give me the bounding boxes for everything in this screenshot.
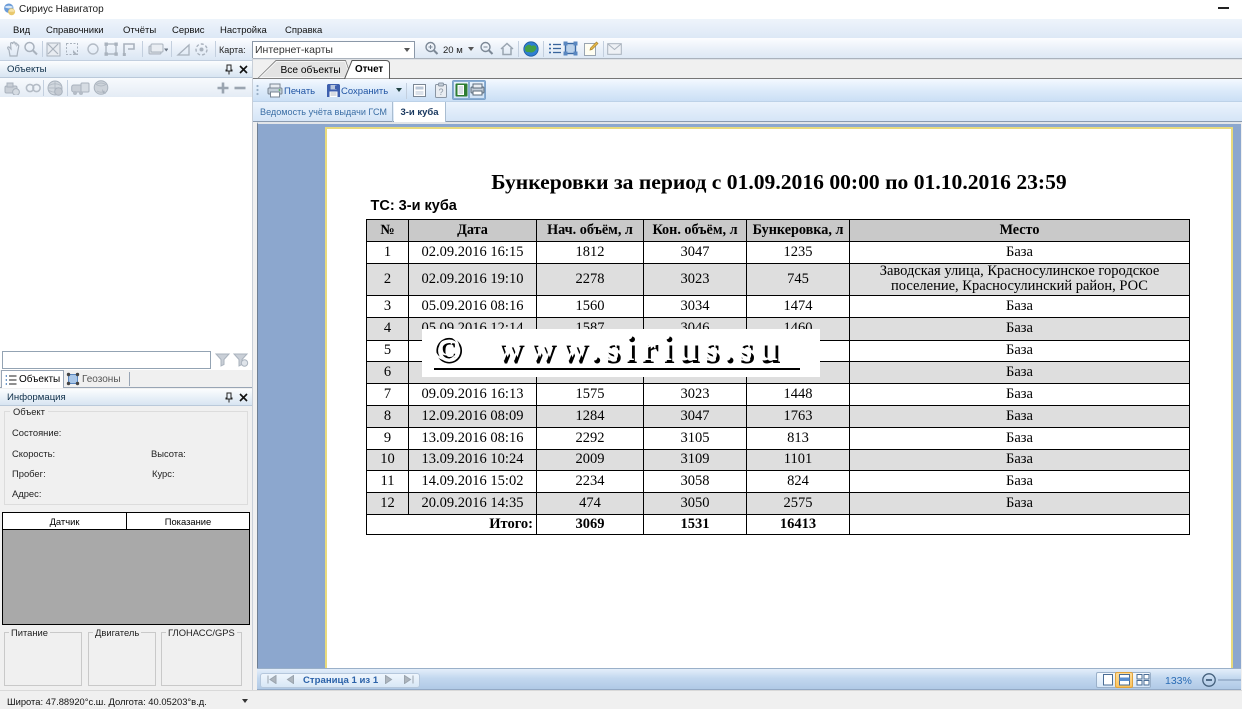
svg-text:?: ? (438, 87, 443, 97)
